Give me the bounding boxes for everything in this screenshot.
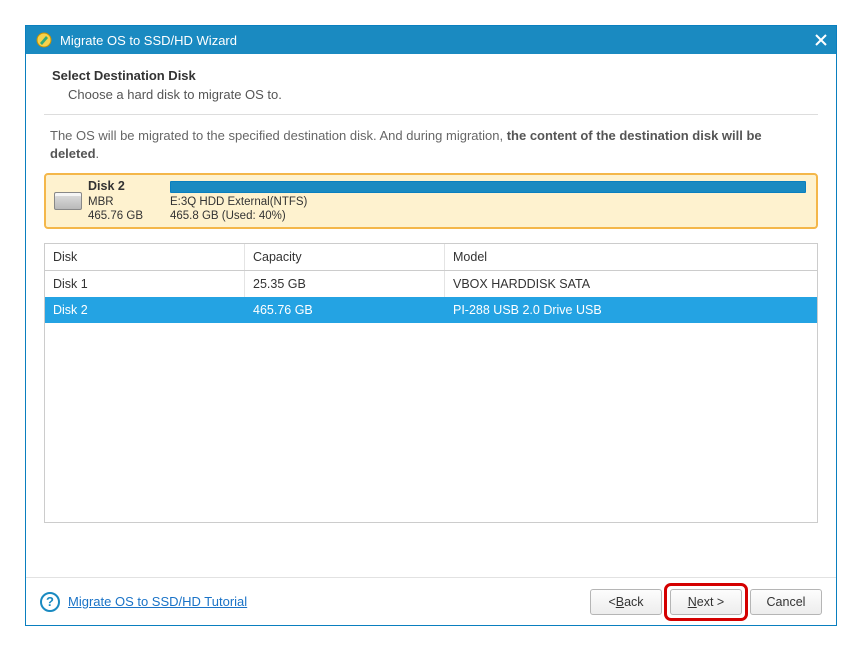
preview-meta: Disk 2 MBR 465.76 GB — [88, 179, 143, 223]
warning-notice: The OS will be migrated to the specified… — [44, 114, 818, 173]
disk-drive-icon — [54, 192, 82, 210]
preview-partition: E:3Q HDD External(NTFS) 465.8 GB (Used: … — [166, 175, 816, 227]
cell-disk: Disk 1 — [45, 271, 245, 297]
preview-disk-info: Disk 2 MBR 465.76 GB — [46, 175, 166, 227]
partition-usage: 465.8 GB (Used: 40%) — [170, 210, 806, 224]
close-icon[interactable] — [812, 31, 830, 49]
col-header-model[interactable]: Model — [445, 244, 817, 270]
notice-prefix: The OS will be migrated to the specified… — [50, 128, 507, 143]
preview-disk-name: Disk 2 — [88, 179, 143, 195]
preview-size: 465.76 GB — [88, 209, 143, 223]
content-area: The OS will be migrated to the specified… — [26, 114, 836, 577]
next-button[interactable]: Next > — [670, 589, 742, 615]
col-header-disk[interactable]: Disk — [45, 244, 245, 270]
tutorial-link[interactable]: Migrate OS to SSD/HD Tutorial — [68, 594, 247, 609]
cancel-button[interactable]: Cancel — [750, 589, 822, 615]
cell-disk: Disk 2 — [45, 297, 245, 323]
help-icon[interactable]: ? — [40, 592, 60, 612]
table-header: Disk Capacity Model — [45, 244, 817, 271]
app-icon — [34, 31, 54, 49]
page-heading: Select Destination Disk — [52, 68, 810, 83]
wizard-footer: ? Migrate OS to SSD/HD Tutorial < Back N… — [26, 577, 836, 625]
partition-label: E:3Q HDD External(NTFS) 465.8 GB (Used: … — [170, 196, 806, 224]
back-button[interactable]: < Back — [590, 589, 662, 615]
cell-capacity: 25.35 GB — [245, 271, 445, 297]
notice-suffix: . — [96, 146, 100, 161]
table-row[interactable]: Disk 2 465.76 GB PI-288 USB 2.0 Drive US… — [45, 297, 817, 323]
window-title: Migrate OS to SSD/HD Wizard — [60, 33, 812, 48]
preview-scheme: MBR — [88, 195, 143, 209]
page-subtext: Choose a hard disk to migrate OS to. — [52, 87, 810, 102]
cell-capacity: 465.76 GB — [245, 297, 445, 323]
col-header-capacity[interactable]: Capacity — [245, 244, 445, 270]
wizard-header: Select Destination Disk Choose a hard di… — [26, 54, 836, 114]
disk-table: Disk Capacity Model Disk 1 25.35 GB VBOX… — [44, 243, 818, 523]
partition-name: E:3Q HDD External(NTFS) — [170, 196, 806, 210]
wizard-window: Migrate OS to SSD/HD Wizard Select Desti… — [25, 25, 837, 626]
titlebar: Migrate OS to SSD/HD Wizard — [26, 26, 836, 54]
selected-disk-preview: Disk 2 MBR 465.76 GB E:3Q HDD External(N… — [44, 173, 818, 229]
cell-model: PI-288 USB 2.0 Drive USB — [445, 297, 817, 323]
cell-model: VBOX HARDDISK SATA — [445, 271, 817, 297]
partition-bar — [170, 181, 806, 192]
table-row[interactable]: Disk 1 25.35 GB VBOX HARDDISK SATA — [45, 271, 817, 297]
